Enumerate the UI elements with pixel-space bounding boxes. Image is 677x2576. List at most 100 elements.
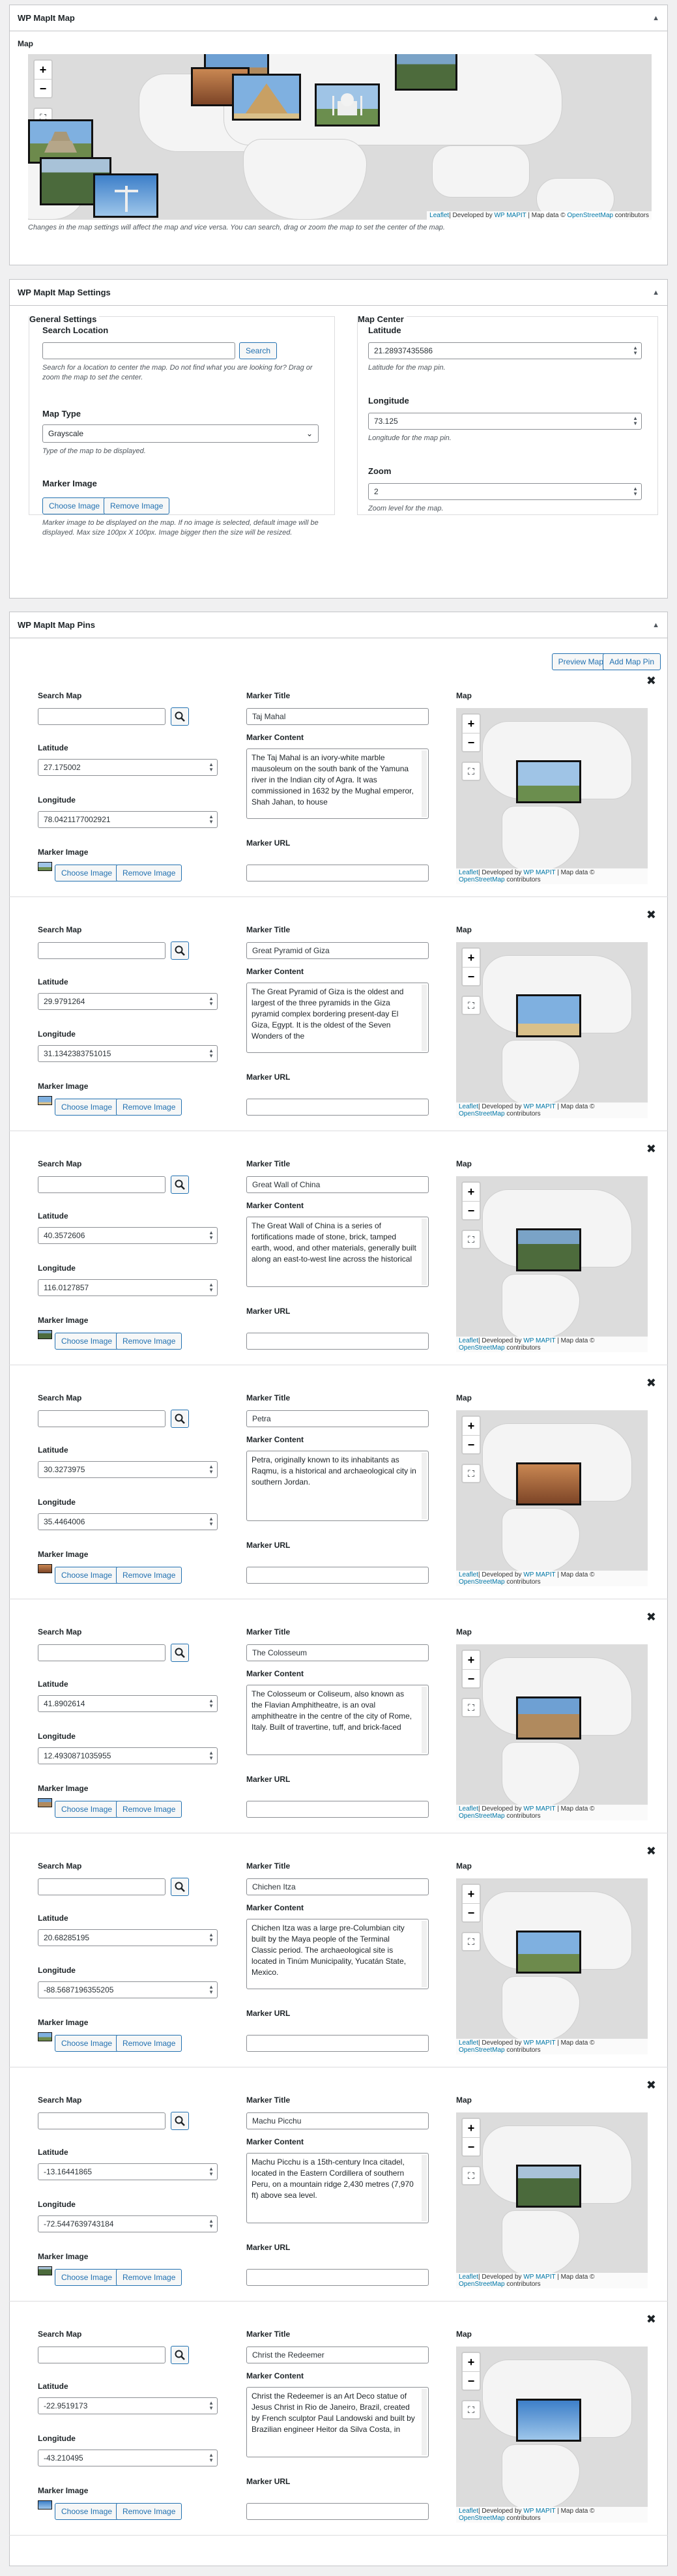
leaflet-link[interactable]: Leaflet	[459, 1571, 478, 1578]
delete-pin-icon[interactable]: ✖	[646, 1142, 656, 1156]
fullscreen-icon[interactable]: ⛶	[461, 1698, 481, 1717]
leaflet-link[interactable]: Leaflet	[459, 2508, 478, 2515]
marker-title-input[interactable]	[246, 1878, 429, 1895]
zoom-out-icon[interactable]: −	[463, 733, 480, 751]
delete-pin-icon[interactable]: ✖	[646, 908, 656, 922]
stepper-icon[interactable]: ▲ ▼	[209, 2453, 214, 2463]
wpmapit-link[interactable]: WP MAPIT	[523, 1805, 555, 1813]
zoom-out-icon[interactable]: −	[463, 967, 480, 985]
zoom-out-icon[interactable]: −	[463, 1435, 480, 1453]
wpmapit-link[interactable]: WP MAPIT	[523, 2039, 555, 2047]
collapse-arrow-icon[interactable]: ▲	[652, 14, 659, 22]
marker-title-input[interactable]	[246, 942, 429, 959]
stepper-icon[interactable]: ▲ ▼	[209, 2219, 214, 2229]
pin-longitude-input[interactable]	[38, 1981, 218, 1998]
pin-marker[interactable]	[516, 1462, 581, 1505]
fullscreen-icon[interactable]: ⛶	[461, 996, 481, 1015]
search-icon[interactable]	[171, 2112, 189, 2130]
marker-url-input[interactable]	[246, 1333, 429, 1350]
stepper-icon[interactable]: ▲ ▼	[209, 1932, 214, 1943]
stepper-icon[interactable]: ▲ ▼	[209, 1698, 214, 1709]
add-map-pin-button[interactable]: Add Map Pin	[603, 653, 661, 670]
zoom-in-icon[interactable]: +	[463, 949, 480, 967]
stepper-icon[interactable]: ▲ ▼	[209, 2167, 214, 2177]
zoom-input[interactable]	[368, 483, 642, 500]
pin-longitude-input[interactable]	[38, 1279, 218, 1296]
delete-pin-icon[interactable]: ✖	[646, 1844, 656, 1858]
pin-latitude-input[interactable]	[38, 1461, 218, 1478]
stepper-icon[interactable]: ▲ ▼	[209, 1985, 214, 1995]
zoom-out-icon[interactable]: −	[463, 1903, 480, 1921]
pin-search-input[interactable]	[38, 2347, 166, 2363]
pin-map[interactable]: + − ⛶ Leaflet| Developed by WP MAPIT | Ma…	[456, 1410, 648, 1586]
stepper-icon[interactable]: ▲ ▼	[209, 1517, 214, 1527]
wpmapit-link[interactable]: WP MAPIT	[523, 869, 555, 876]
marker-title-input[interactable]	[246, 1410, 429, 1427]
map-type-select[interactable]: Grayscale ⌄	[42, 424, 319, 443]
marker-title-input[interactable]	[246, 708, 429, 725]
zoom-out-icon[interactable]: −	[463, 2137, 480, 2155]
stepper-icon[interactable]: ▲ ▼	[209, 1048, 214, 1059]
marker-title-input[interactable]	[246, 1176, 429, 1193]
zoom-in-icon[interactable]: +	[463, 1417, 480, 1435]
marker-url-input[interactable]	[246, 1801, 429, 1818]
scrollbar[interactable]	[422, 750, 427, 817]
remove-image-button[interactable]: Remove Image	[116, 1801, 182, 1818]
pin-marker[interactable]	[516, 2399, 581, 2442]
choose-image-button[interactable]: Choose Image	[55, 2035, 119, 2052]
pin-marker[interactable]	[516, 994, 581, 1037]
choose-image-button[interactable]: Choose Image	[55, 1099, 119, 1116]
pin-marker[interactable]	[516, 760, 581, 803]
marker-content-textarea[interactable]: The Great Pyramid of Giza is the oldest …	[246, 983, 429, 1053]
pin-latitude-input[interactable]	[38, 2163, 218, 2180]
scrollbar[interactable]	[422, 1687, 427, 1753]
delete-pin-icon[interactable]: ✖	[646, 1610, 656, 1624]
zoom-in-icon[interactable]: +	[463, 2119, 480, 2137]
pin-latitude-input[interactable]	[38, 993, 218, 1010]
stepper-icon[interactable]: ▲ ▼	[633, 346, 638, 356]
fullscreen-icon[interactable]: ⛶	[461, 762, 481, 781]
marker-title-input[interactable]	[246, 2347, 429, 2363]
remove-image-button[interactable]: Remove Image	[116, 865, 182, 881]
zoom-out-icon[interactable]: −	[35, 79, 51, 97]
remove-image-button[interactable]: Remove Image	[116, 2503, 182, 2520]
marker-christ-redeemer[interactable]	[93, 173, 158, 218]
pin-search-input[interactable]	[38, 2112, 166, 2129]
stepper-icon[interactable]: ▲ ▼	[633, 486, 638, 497]
stepper-icon[interactable]: ▲ ▼	[209, 2401, 214, 2411]
osm-link[interactable]: OpenStreetMap	[459, 2281, 505, 2288]
fullscreen-icon[interactable]: ⛶	[461, 2166, 481, 2185]
pin-search-input[interactable]	[38, 708, 166, 725]
zoom-in-icon[interactable]: +	[35, 61, 51, 79]
pin-longitude-input[interactable]	[38, 1747, 218, 1764]
zoom-out-icon[interactable]: −	[463, 1669, 480, 1687]
preview-map-button[interactable]: Preview Map	[551, 653, 610, 670]
scrollbar[interactable]	[422, 2155, 427, 2221]
zoom-in-icon[interactable]: +	[463, 715, 480, 733]
marker-content-textarea[interactable]: The Great Wall of China is a series of f…	[246, 1217, 429, 1287]
pin-latitude-input[interactable]	[38, 759, 218, 776]
fullscreen-icon[interactable]: ⛶	[461, 1932, 481, 1951]
fullscreen-icon[interactable]: ⛶	[461, 1464, 481, 1483]
pin-latitude-input[interactable]	[38, 1227, 218, 1244]
marker-pyramid[interactable]	[232, 74, 301, 121]
pins-postbox-header[interactable]: WP MapIt Map Pins ▲	[10, 612, 667, 638]
search-icon[interactable]	[171, 1176, 189, 1194]
marker-title-input[interactable]	[246, 2112, 429, 2129]
osm-link[interactable]: OpenStreetMap	[567, 212, 613, 219]
pin-search-input[interactable]	[38, 1410, 166, 1427]
zoom-out-icon[interactable]: −	[463, 1201, 480, 1219]
pin-map[interactable]: + − ⛶ Leaflet| Developed by WP MAPIT | Ma…	[456, 1644, 648, 1820]
pin-latitude-input[interactable]	[38, 2397, 218, 2414]
center-longitude-input[interactable]	[368, 413, 642, 430]
choose-image-button[interactable]: Choose Image	[55, 1333, 119, 1350]
fullscreen-icon[interactable]: ⛶	[461, 2400, 481, 2420]
choose-image-button[interactable]: Choose Image	[55, 2503, 119, 2520]
wpmapit-link[interactable]: WP MAPIT	[523, 1337, 555, 1344]
search-icon[interactable]	[171, 1878, 189, 1896]
leaflet-link[interactable]: Leaflet	[459, 1805, 478, 1813]
search-location-input[interactable]	[42, 342, 235, 359]
main-map[interactable]: + − ⛶ Leaflet| Developed by WP MAPIT | Ma…	[28, 54, 652, 220]
stepper-icon[interactable]: ▲ ▼	[209, 996, 214, 1007]
pin-search-input[interactable]	[38, 1176, 166, 1193]
